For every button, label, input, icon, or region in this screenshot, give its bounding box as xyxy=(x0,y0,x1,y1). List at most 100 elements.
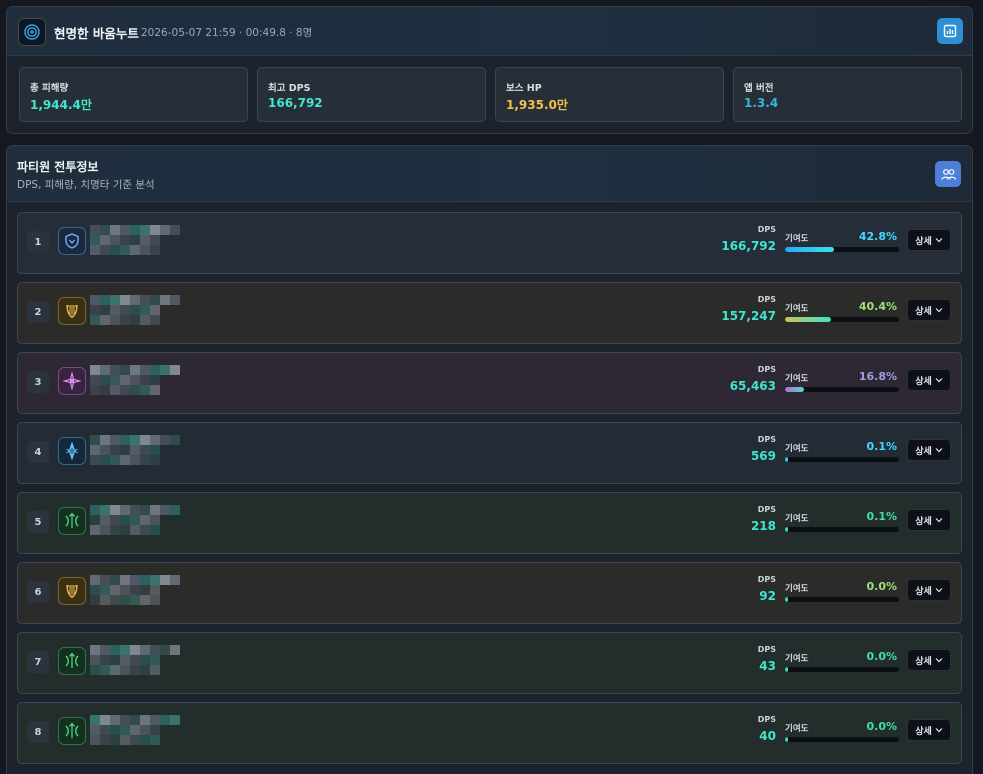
chevron-down-icon xyxy=(935,308,943,313)
party-members-button[interactable] xyxy=(935,161,961,187)
rank-badge: 5 xyxy=(27,511,49,533)
player-name-redacted xyxy=(90,505,220,541)
rank-badge: 1 xyxy=(27,231,49,253)
chart-report-icon xyxy=(943,24,957,38)
ranger-bow-icon xyxy=(58,717,86,745)
contribution-bar xyxy=(785,667,899,672)
stat-label: 앱 버전 xyxy=(744,83,774,94)
stat-value: 1.3.4 xyxy=(744,96,779,110)
chevron-down-icon xyxy=(935,238,943,243)
member-row[interactable]: 4 DPS 569 기여도 0.1% 상세 xyxy=(17,422,962,484)
stat-value: 1,944.4만 xyxy=(30,98,92,112)
stat-value: 1,935.0만 xyxy=(506,98,568,112)
detail-button-label: 상세 xyxy=(915,446,932,457)
member-row[interactable]: 3 DPS 65,463 기여도 16.8% 상세 xyxy=(17,352,962,414)
detail-button[interactable]: 상세 xyxy=(907,649,951,671)
stat-top-dps: 최고 DPS 166,792 xyxy=(257,67,486,122)
player-name-redacted xyxy=(90,715,220,751)
dps-value: 92 xyxy=(759,589,776,603)
dps-value: 218 xyxy=(750,519,776,533)
contribution-bar-fill xyxy=(785,667,788,672)
contribution-bar-fill xyxy=(785,457,788,462)
contribution-percent: 40.4% xyxy=(858,300,897,313)
detail-button[interactable]: 상세 xyxy=(907,719,951,741)
detail-button[interactable]: 상세 xyxy=(907,369,951,391)
dps-label: DPS xyxy=(757,505,776,514)
member-row[interactable]: 8 DPS 40 기여도 0.0% 상세 xyxy=(17,702,962,764)
contribution-label: 기여도 xyxy=(785,584,809,594)
detail-button-label: 상세 xyxy=(915,586,932,597)
contribution-bar xyxy=(785,457,899,462)
rank-badge: 7 xyxy=(27,651,49,673)
party-title: 파티원 전투정보 xyxy=(17,160,99,174)
detail-button[interactable]: 상세 xyxy=(907,229,951,251)
app-title: 현명한 바움누트 xyxy=(54,26,139,41)
detail-button[interactable]: 상세 xyxy=(907,579,951,601)
contribution-percent: 0.0% xyxy=(866,650,897,663)
contribution-bar xyxy=(785,737,899,742)
dps-label: DPS xyxy=(757,295,776,304)
party-header: 파티원 전투정보 DPS, 피해량, 치명타 기준 분석 xyxy=(7,146,972,202)
member-row[interactable]: 1 DPS 166,792 기여도 42.8% 상세 xyxy=(17,212,962,274)
contribution-bar xyxy=(785,317,899,322)
stat-label: 보스 HP xyxy=(506,83,542,94)
contribution-percent: 0.0% xyxy=(866,720,897,733)
contribution-percent: 42.8% xyxy=(858,230,897,243)
player-name-redacted xyxy=(90,435,220,471)
detail-button[interactable]: 상세 xyxy=(907,509,951,531)
contribution-bar-fill xyxy=(785,247,834,252)
ranger-bow-icon xyxy=(58,507,86,535)
dps-label: DPS xyxy=(757,435,776,444)
report-button[interactable] xyxy=(937,18,963,44)
member-row[interactable]: 2 DPS 157,247 기여도 40.4% 상세 xyxy=(17,282,962,344)
dps-value: 166,792 xyxy=(721,239,776,253)
contribution-bar-fill xyxy=(785,737,788,742)
detail-button-label: 상세 xyxy=(915,656,932,667)
contribution-label: 기여도 xyxy=(785,654,809,664)
contribution-bar xyxy=(785,527,899,532)
player-name-redacted xyxy=(90,225,220,261)
detail-button-label: 상세 xyxy=(915,306,932,317)
summary-panel: 현명한 바움누트 2026-05-07 21:59 · 00:49.8 · 8명… xyxy=(6,6,973,134)
rank-badge: 8 xyxy=(27,721,49,743)
detail-button-label: 상세 xyxy=(915,376,932,387)
member-row[interactable]: 7 DPS 43 기여도 0.0% 상세 xyxy=(17,632,962,694)
contribution-bar-fill xyxy=(785,387,805,392)
contribution-percent: 16.8% xyxy=(858,370,897,383)
member-row[interactable]: 5 DPS 218 기여도 0.1% 상세 xyxy=(17,492,962,554)
contribution-bar-fill xyxy=(785,527,788,532)
ranger-bow-icon xyxy=(58,647,86,675)
detail-button[interactable]: 상세 xyxy=(907,439,951,461)
chevron-down-icon xyxy=(935,658,943,663)
dps-value: 65,463 xyxy=(729,379,776,393)
party-members-icon xyxy=(940,168,956,180)
frost-blade-icon xyxy=(58,437,86,465)
summary-header: 현명한 바움누트 2026-05-07 21:59 · 00:49.8 · 8명 xyxy=(7,7,972,56)
rank-badge: 3 xyxy=(27,371,49,393)
rank-badge: 4 xyxy=(27,441,49,463)
guardian-shield-icon xyxy=(58,227,86,255)
dps-label: DPS xyxy=(757,575,776,584)
dps-label: DPS xyxy=(757,645,776,654)
contribution-bar xyxy=(785,387,899,392)
detail-button[interactable]: 상세 xyxy=(907,299,951,321)
detail-button-label: 상세 xyxy=(915,516,932,527)
contribution-percent: 0.1% xyxy=(866,510,897,523)
player-name-redacted xyxy=(90,645,220,681)
golden-lyre-icon xyxy=(58,577,86,605)
chevron-down-icon xyxy=(935,378,943,383)
chevron-down-icon xyxy=(935,518,943,523)
dps-label: DPS xyxy=(757,715,776,724)
chevron-down-icon xyxy=(935,588,943,593)
contribution-bar-fill xyxy=(785,597,788,602)
stat-app-version: 앱 버전 1.3.4 xyxy=(733,67,962,122)
contribution-label: 기여도 xyxy=(785,374,809,384)
contribution-label: 기여도 xyxy=(785,514,809,524)
golden-lyre-icon xyxy=(58,297,86,325)
member-row[interactable]: 6 DPS 92 기여도 0.0% 상세 xyxy=(17,562,962,624)
dps-value: 157,247 xyxy=(721,309,776,323)
stat-label: 총 피해량 xyxy=(30,83,69,94)
dps-label: DPS xyxy=(757,365,776,374)
stat-label: 최고 DPS xyxy=(268,83,311,94)
chevron-down-icon xyxy=(935,448,943,453)
